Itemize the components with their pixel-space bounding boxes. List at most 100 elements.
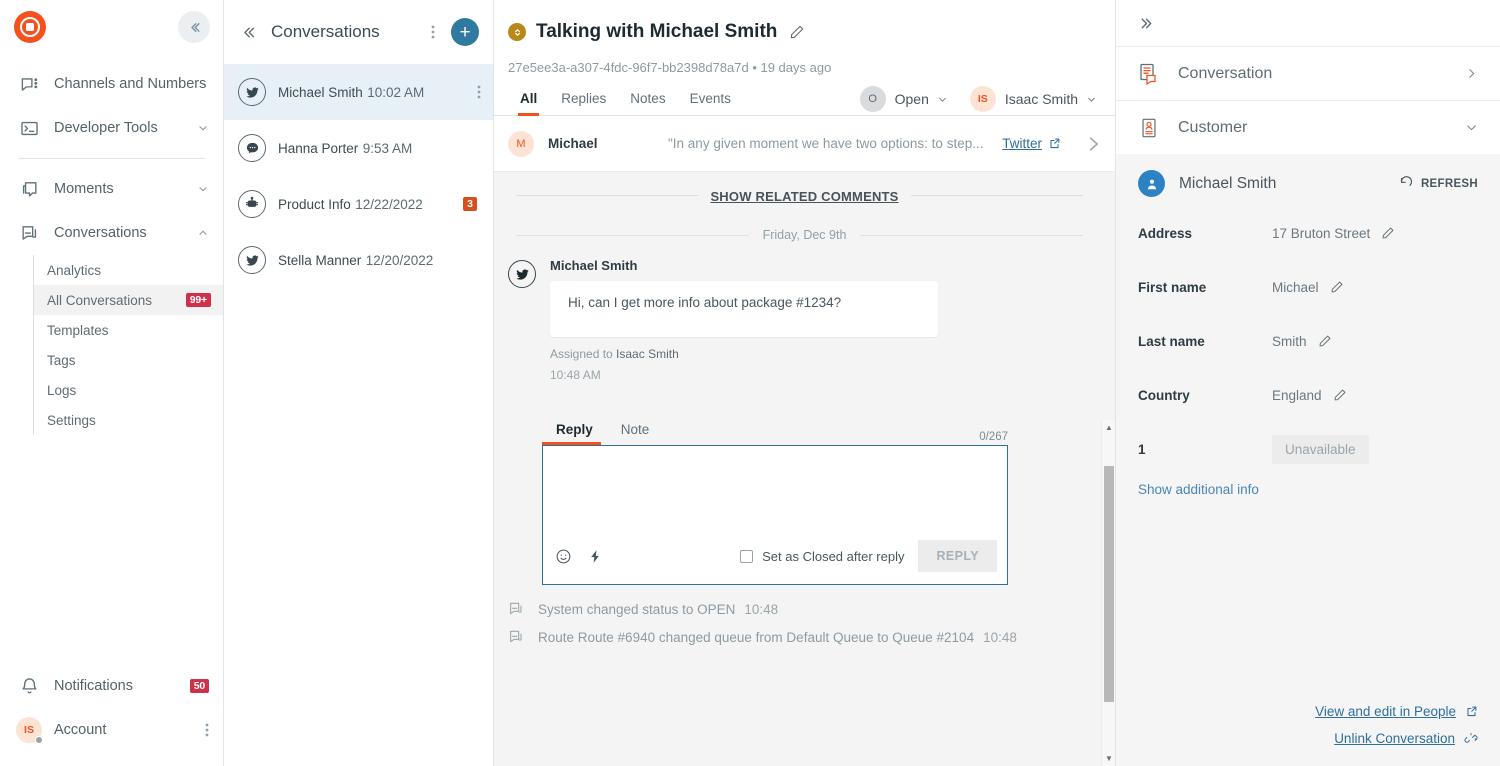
- sidebar-item-moments[interactable]: Moments: [0, 167, 223, 211]
- sidebar-item-tags[interactable]: Tags: [34, 345, 223, 375]
- conversation-item-name: Stella Manner: [278, 253, 361, 268]
- chevron-down-icon: [1086, 94, 1097, 105]
- kebab-menu-icon[interactable]: [477, 84, 481, 100]
- field-key: Country: [1138, 388, 1272, 403]
- kebab-menu-icon[interactable]: [205, 722, 209, 738]
- sidebar-item-label: Developer Tools: [54, 120, 191, 136]
- conversation-item-meta: Product Info 12/22/2022: [278, 195, 463, 214]
- conversation-list-collapse-button[interactable]: [240, 24, 257, 41]
- pencil-icon[interactable]: [1318, 334, 1332, 348]
- sidebar-subitem-label: All Conversations: [47, 293, 186, 308]
- details-panel: Conversation Customer Michael Smith: [1115, 0, 1500, 766]
- reply-input[interactable]: [543, 446, 1007, 540]
- unlink-conversation-link[interactable]: Unlink Conversation: [1315, 731, 1478, 746]
- section-customer[interactable]: Customer: [1116, 100, 1500, 154]
- sidebar-item-settings[interactable]: Settings: [34, 405, 223, 435]
- details-panel-collapse-button[interactable]: [1138, 15, 1155, 32]
- related-quote-text: "In any given moment we have two options…: [668, 136, 1002, 151]
- day-separator: Friday, Dec 9th: [494, 226, 1115, 244]
- pencil-icon[interactable]: [789, 24, 805, 40]
- customer-details: Michael Smith REFRESH Address 17 Bruton …: [1116, 154, 1500, 766]
- section-conversation[interactable]: Conversation: [1116, 46, 1500, 100]
- message-thread: SHOW RELATED COMMENTS Friday, Dec 9th Mi…: [494, 172, 1115, 766]
- tab-all[interactable]: All: [508, 91, 549, 115]
- sidebar-subitem-label: Settings: [47, 413, 211, 428]
- sidebar-item-notifications[interactable]: Notifications 50: [0, 664, 223, 708]
- customer-actions: View and edit in People Unlink Conversat…: [1315, 692, 1478, 746]
- field-value-wrap: Michael: [1272, 280, 1344, 295]
- sidebar-item-all-conversations[interactable]: All Conversations 99+: [34, 285, 223, 315]
- field-key: Address: [1138, 226, 1272, 241]
- status-label: Open: [895, 91, 929, 107]
- conversation-item-time: 12/22/2022: [355, 197, 423, 212]
- conversation-subtitle: 27e5ee3a-a307-4fdc-96f7-bb2398d78a7d • 1…: [508, 60, 1095, 75]
- message-assigned: Assigned to Isaac Smith: [550, 347, 938, 361]
- conversation-list-title: Conversations: [271, 22, 431, 42]
- related-channel-link[interactable]: Twitter: [1002, 136, 1061, 151]
- tab-replies[interactable]: Replies: [549, 91, 618, 115]
- chevron-down-icon: [937, 94, 948, 105]
- conversation-item-name: Hanna Porter: [278, 141, 358, 156]
- conversation-list-item[interactable]: Stella Manner 12/20/2022: [224, 232, 493, 288]
- presence-dot: [35, 736, 43, 744]
- status-selector[interactable]: O Open: [860, 86, 948, 112]
- conversation-item-meta: Hanna Porter 9:53 AM: [278, 139, 481, 158]
- reply-button[interactable]: REPLY: [918, 540, 997, 572]
- message-item: Michael Smith Hi, can I get more info ab…: [494, 258, 1115, 382]
- message-time: 10:48 AM: [550, 368, 938, 382]
- conversation-list-item[interactable]: Michael Smith 10:02 AM: [224, 64, 493, 120]
- scroll-up-arrow-icon[interactable]: ▲: [1105, 423, 1113, 432]
- kebab-menu-icon[interactable]: [431, 24, 435, 40]
- conversation-list-item[interactable]: Hanna Porter 9:53 AM: [224, 120, 493, 176]
- field-value-wrap: England: [1272, 388, 1347, 403]
- event-text: Route Route #6940 changed queue from Def…: [538, 630, 974, 645]
- set-as-closed-checkbox[interactable]: Set as Closed after reply: [740, 549, 904, 564]
- conversation-item-time: 10:02 AM: [367, 85, 424, 100]
- external-link-icon: [1048, 137, 1061, 150]
- sidebar-item-conversations[interactable]: Conversations: [0, 211, 223, 255]
- show-related-comments[interactable]: SHOW RELATED COMMENTS: [494, 172, 1115, 216]
- tab-reply[interactable]: Reply: [542, 422, 607, 445]
- sidebar-item-account[interactable]: IS Account: [0, 708, 223, 752]
- pencil-icon[interactable]: [1333, 388, 1347, 402]
- refresh-button[interactable]: REFRESH: [1399, 176, 1478, 191]
- conversation-item-name: Michael Smith: [278, 85, 363, 100]
- sidebar-item-analytics[interactable]: Analytics: [34, 255, 223, 285]
- left-sidebar: Channels and Numbers Developer Tools Mom…: [0, 0, 224, 766]
- sidebar-item-logs[interactable]: Logs: [34, 375, 223, 405]
- emoji-icon[interactable]: [555, 548, 572, 565]
- sidebar-item-templates[interactable]: Templates: [34, 315, 223, 345]
- conversation-list-item[interactable]: Product Info 12/22/2022 3: [224, 176, 493, 232]
- pencil-icon[interactable]: [1381, 226, 1395, 240]
- reply-composer: Reply Note 0/267: [542, 422, 1008, 585]
- view-and-edit-in-people-link[interactable]: View and edit in People: [1315, 704, 1478, 719]
- sidebar-collapse-button[interactable]: [178, 11, 210, 43]
- sidebar-divider: [18, 158, 205, 159]
- channels-icon: [18, 73, 40, 95]
- scroll-down-arrow-icon[interactable]: ▼: [1105, 754, 1113, 763]
- field-value: England: [1272, 388, 1322, 403]
- message-bubble: Hi, can I get more info about package #1…: [550, 281, 938, 337]
- tab-note[interactable]: Note: [607, 422, 664, 445]
- conversation-item-meta: Michael Smith 10:02 AM: [278, 83, 477, 102]
- chevron-right-icon[interactable]: [1083, 134, 1103, 154]
- tab-events[interactable]: Events: [678, 91, 743, 115]
- chevron-down-icon: [197, 183, 209, 195]
- sidebar-item-channels-and-numbers[interactable]: Channels and Numbers: [0, 62, 223, 106]
- customer-field-1: 1 Unavailable: [1138, 435, 1478, 464]
- moments-icon: [18, 178, 40, 200]
- new-conversation-button[interactable]: +: [451, 18, 479, 46]
- thread-scrollbar[interactable]: ▲ ▼: [1101, 420, 1115, 766]
- field-value-wrap: Smith: [1272, 334, 1332, 349]
- person-icon: [1138, 170, 1165, 197]
- pencil-icon[interactable]: [1330, 280, 1344, 294]
- tab-notes[interactable]: Notes: [618, 91, 677, 115]
- related-author-name: Michael: [548, 136, 668, 151]
- assignee-selector[interactable]: IS Isaac Smith: [970, 86, 1097, 112]
- show-additional-info-link[interactable]: Show additional info: [1138, 482, 1478, 497]
- lightning-icon[interactable]: [588, 549, 603, 564]
- sidebar-item-developer-tools[interactable]: Developer Tools: [0, 106, 223, 150]
- sidebar-item-label: Channels and Numbers: [54, 76, 209, 92]
- related-channel-label: Twitter: [1002, 136, 1042, 151]
- scrollbar-thumb[interactable]: [1104, 466, 1114, 702]
